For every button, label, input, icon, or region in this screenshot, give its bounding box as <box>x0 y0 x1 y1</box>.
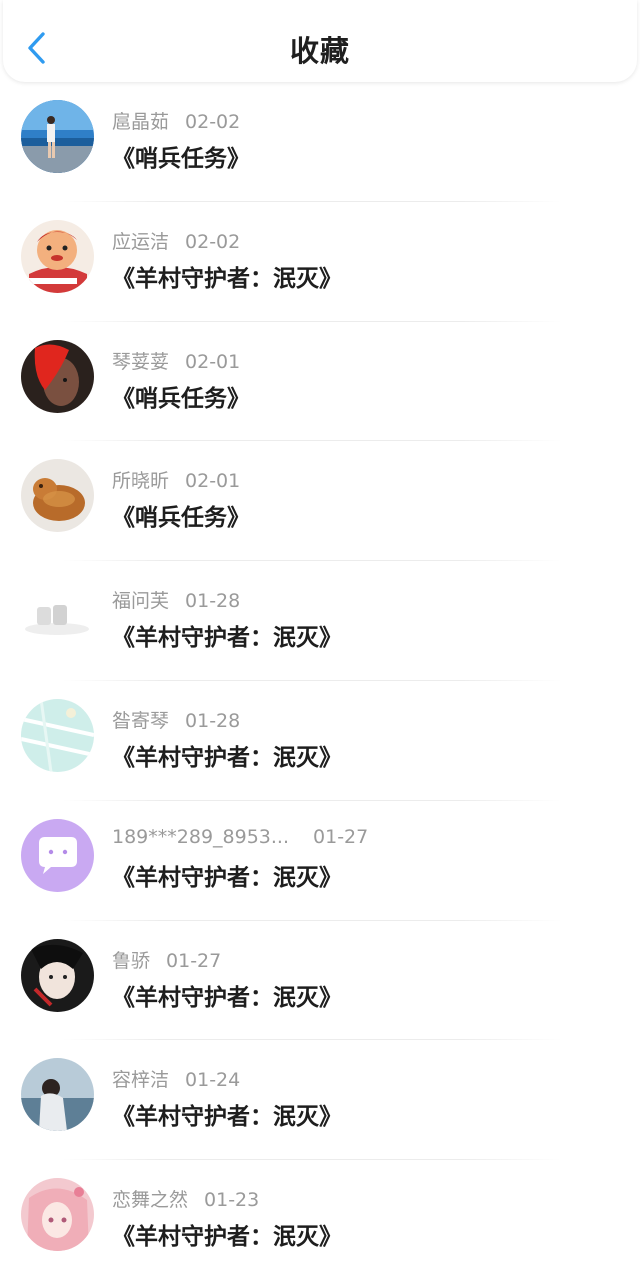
favorite-date: 01-28 <box>185 590 241 613</box>
username: 容梓洁 <box>112 1069 170 1092</box>
username: 应运洁 <box>112 230 170 253</box>
avatar[interactable] <box>21 100 94 173</box>
favorite-meta: 福问芙 01-28 <box>112 586 240 613</box>
favorite-date: 02-02 <box>185 111 241 133</box>
favorite-item[interactable]: 189***289_8953... 01-27 《羊村守护者：泯灭》 <box>0 801 640 921</box>
favorite-title[interactable]: 《羊村守护者：泯灭》 <box>112 1097 342 1131</box>
avatar[interactable] <box>21 938 94 1012</box>
favorite-date: 01-28 <box>185 709 241 732</box>
avatar[interactable] <box>21 339 94 413</box>
favorite-date: 01-24 <box>185 1069 241 1092</box>
favorite-item[interactable]: 扈晶茹 02-02 《哨兵任务》 <box>0 82 640 202</box>
favorite-meta: 所晓昕 02-01 <box>112 466 240 493</box>
favorite-title[interactable]: 《羊村守护者：泯灭》 <box>112 978 342 1012</box>
username: 福问芙 <box>112 590 170 613</box>
favorites-list: 扈晶茹 02-02 《哨兵任务》 应运洁 02-02 《羊村守护者：泯灭》 琴荽… <box>0 82 640 1280</box>
favorite-date: 02-02 <box>185 230 241 253</box>
username: 189***289_8953... <box>112 825 290 848</box>
avatar[interactable] <box>21 1058 94 1132</box>
favorite-date: 01-23 <box>204 1189 260 1212</box>
avatar[interactable] <box>21 818 94 892</box>
favorite-meta: 189***289_8953... 01-27 <box>112 826 368 848</box>
avatar[interactable] <box>21 579 94 653</box>
favorite-meta: 鲁骄 01-27 <box>112 946 221 973</box>
favorite-item[interactable]: 容梓洁 01-24 《羊村守护者：泯灭》 <box>0 1040 640 1161</box>
favorite-title[interactable]: 《哨兵任务》 <box>112 498 250 532</box>
favorite-title[interactable]: 《哨兵任务》 <box>112 379 250 413</box>
favorite-item[interactable]: 所晓昕 02-01 《哨兵任务》 <box>0 441 640 562</box>
avatar[interactable] <box>21 1178 94 1252</box>
username: 所晓昕 <box>112 470 170 493</box>
top-nav-bar: 收藏 <box>3 0 637 82</box>
favorite-title[interactable]: 《羊村守护者：泯灭》 <box>112 738 342 772</box>
username: 琴荽荽 <box>112 350 170 373</box>
favorite-meta: 容梓洁 01-24 <box>112 1065 240 1092</box>
favorite-title[interactable]: 《哨兵任务》 <box>112 139 250 173</box>
avatar[interactable] <box>21 219 94 293</box>
favorite-item[interactable]: 恋舞之然 01-23 《羊村守护者：泯灭》 <box>0 1160 640 1280</box>
favorite-meta: 应运洁 02-02 <box>112 227 240 254</box>
favorite-item[interactable]: 琴荽荽 02-01 《哨兵任务》 <box>0 322 640 442</box>
favorite-meta: 扈晶茹 02-02 <box>112 107 240 134</box>
favorite-title[interactable]: 《羊村守护者：泯灭》 <box>112 858 342 892</box>
username: 恋舞之然 <box>112 1189 189 1212</box>
favorite-item[interactable]: 福问芙 01-28 《羊村守护者：泯灭》 <box>0 561 640 681</box>
favorite-item[interactable]: 鲁骄 01-27 《羊村守护者：泯灭》 <box>0 921 640 1041</box>
username: 鲁骄 <box>112 949 151 972</box>
favorite-date: 02-01 <box>185 470 241 493</box>
favorite-title[interactable]: 《羊村守护者：泯灭》 <box>112 618 342 652</box>
favorite-meta: 琴荽荽 02-01 <box>112 347 240 374</box>
username: 昝寄琴 <box>112 709 170 732</box>
favorite-title[interactable]: 《羊村守护者：泯灭》 <box>112 1217 342 1251</box>
favorite-meta: 昝寄琴 01-28 <box>112 706 240 733</box>
favorite-item[interactable]: 昝寄琴 01-28 《羊村守护者：泯灭》 <box>0 681 640 801</box>
favorite-item[interactable]: 应运洁 02-02 《羊村守护者：泯灭》 <box>0 202 640 322</box>
avatar[interactable] <box>21 459 94 533</box>
favorite-date: 01-27 <box>313 825 369 848</box>
favorite-date: 02-01 <box>185 350 241 373</box>
username: 扈晶茹 <box>112 111 170 133</box>
favorite-title[interactable]: 《羊村守护者：泯灭》 <box>112 259 342 293</box>
favorite-meta: 恋舞之然 01-23 <box>112 1185 259 1212</box>
favorite-date: 01-27 <box>166 949 222 972</box>
page-title: 收藏 <box>289 34 350 68</box>
avatar[interactable] <box>21 698 94 772</box>
